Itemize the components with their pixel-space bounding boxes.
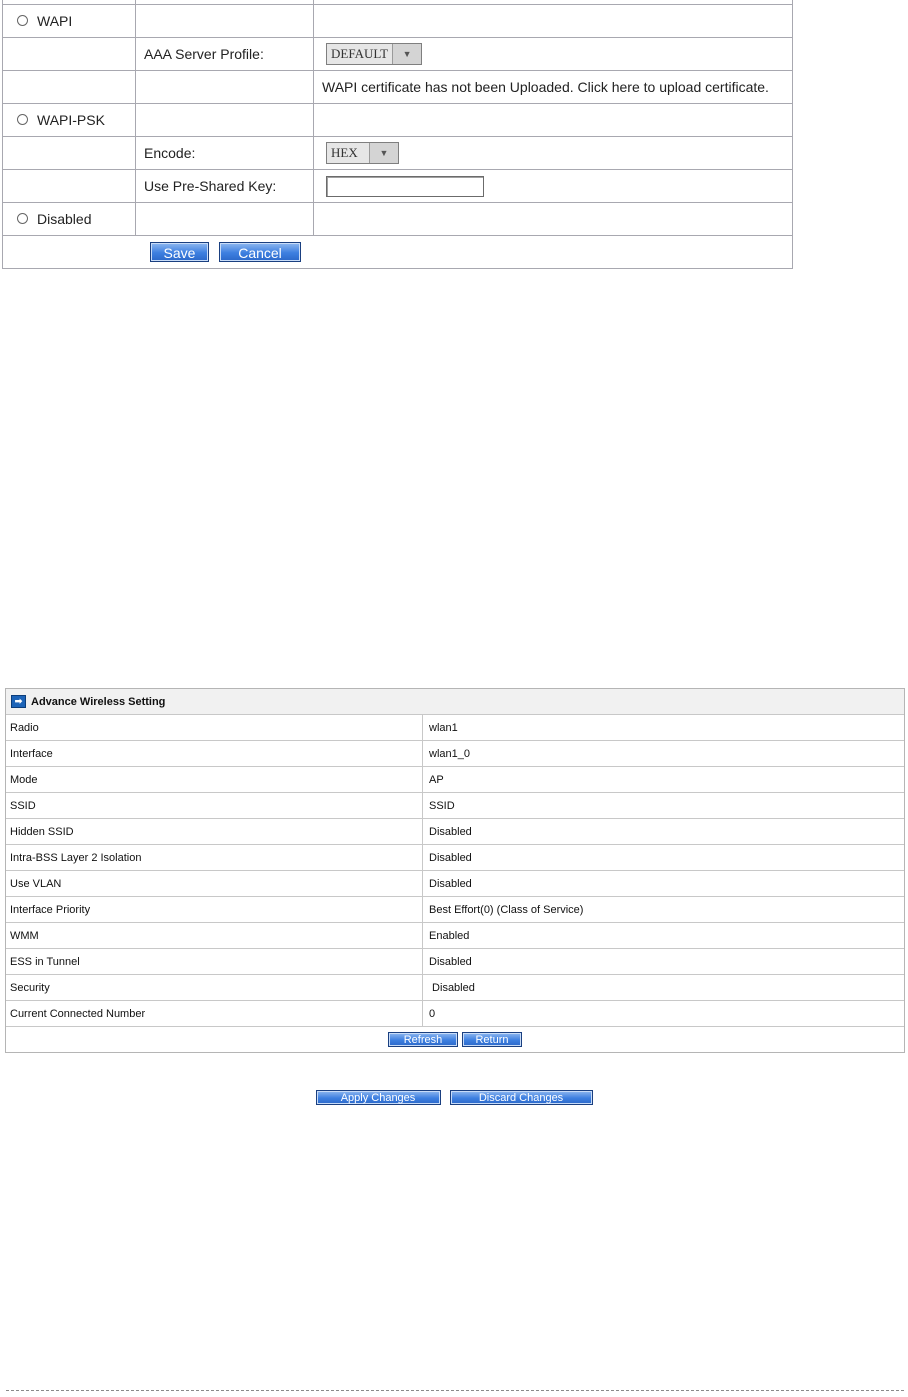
advance-wireless-panel: ➡ Advance Wireless Setting Radio wlan1 I… [5, 688, 905, 1053]
row-value: Disabled [422, 974, 904, 1001]
save-button[interactable]: Save [150, 242, 209, 262]
chevron-down-icon[interactable]: ▼ [370, 143, 398, 163]
table-row: Use Pre-Shared Key: [2, 169, 793, 203]
table-row: Save Cancel [2, 235, 793, 269]
wapi-psk-radio-label: WAPI-PSK [37, 111, 105, 128]
encode-label: Encode: [135, 136, 314, 170]
row-value: Best Effort(0) (Class of Service) [422, 896, 904, 923]
row-label: Current Connected Number [6, 1000, 423, 1027]
pre-shared-key-input[interactable] [326, 175, 484, 197]
row-value: wlan1 [422, 715, 904, 741]
radio-icon[interactable] [17, 114, 28, 126]
table-row: Radio wlan1 [6, 715, 904, 741]
row-value: Disabled [422, 948, 904, 975]
row-value: 0 [422, 1000, 904, 1027]
return-button[interactable]: Return [462, 1032, 522, 1047]
table-row: WAPI-PSK [2, 103, 793, 137]
table-row: Interface wlan1_0 [6, 740, 904, 767]
table-row: Security Disabled [6, 974, 904, 1001]
wapi-radio-label: WAPI [37, 12, 73, 29]
table-row: AAA Server Profile: DEFAULT ▼ [2, 37, 793, 71]
row-value: Disabled [422, 844, 904, 871]
page-divider [6, 1390, 904, 1391]
table-row: ESS in Tunnel Disabled [6, 948, 904, 975]
security-options-table: WAPI AAA Server Profile: DEFAULT ▼ WAPI … [2, 0, 793, 269]
aaa-server-profile-select[interactable]: DEFAULT ▼ [326, 43, 423, 65]
row-label: Interface Priority [6, 896, 423, 923]
disabled-radio-label: Disabled [37, 210, 92, 227]
row-label: WMM [6, 922, 423, 949]
table-row: Encode: HEX ▼ [2, 136, 793, 170]
table-row: WMM Enabled [6, 922, 904, 949]
radio-icon[interactable] [17, 213, 28, 225]
table-row: Mode AP [6, 766, 904, 793]
panel-title: Advance Wireless Setting [31, 695, 166, 708]
aaa-server-profile-label: AAA Server Profile: [135, 37, 314, 71]
panel-header: ➡ Advance Wireless Setting [6, 689, 904, 715]
row-label: Use VLAN [6, 870, 423, 897]
table-row: Hidden SSID Disabled [6, 818, 904, 845]
row-label: Hidden SSID [6, 818, 423, 845]
wapi-radio[interactable]: WAPI [11, 13, 72, 29]
row-value: Disabled [422, 870, 904, 897]
encode-value: HEX [327, 143, 370, 163]
row-value: wlan1_0 [422, 740, 904, 767]
table-row: Current Connected Number 0 [6, 1000, 904, 1027]
row-label: Radio [6, 715, 423, 741]
row-label: SSID [6, 792, 423, 819]
cancel-button[interactable]: Cancel [219, 242, 301, 262]
table-row: Interface Priority Best Effort(0) (Class… [6, 896, 904, 923]
refresh-button[interactable]: Refresh [388, 1032, 458, 1047]
row-value: SSID [422, 792, 904, 819]
table-row: WAPI [2, 4, 793, 38]
row-label: ESS in Tunnel [6, 948, 423, 975]
wapi-psk-radio[interactable]: WAPI-PSK [11, 112, 105, 128]
table-row: Use VLAN Disabled [6, 870, 904, 897]
pre-shared-key-label: Use Pre-Shared Key: [135, 169, 314, 203]
encode-select[interactable]: HEX ▼ [326, 142, 399, 164]
aaa-server-profile-value: DEFAULT [327, 44, 394, 64]
row-value: Enabled [422, 922, 904, 949]
table-row: Intra-BSS Layer 2 Isolation Disabled [6, 844, 904, 871]
row-label: Mode [6, 766, 423, 793]
apply-buttons-row: Apply Changes Discard Changes [0, 1090, 908, 1105]
advance-wireless-table: Radio wlan1 Interface wlan1_0 Mode AP SS… [6, 715, 904, 1027]
row-label: Security [6, 974, 423, 1001]
disabled-radio[interactable]: Disabled [11, 211, 91, 227]
upload-certificate-link[interactable]: WAPI certificate has not been Uploaded. … [322, 79, 769, 95]
chevron-down-icon[interactable]: ▼ [393, 44, 422, 64]
row-value: Disabled [422, 818, 904, 845]
row-value: AP [422, 766, 904, 793]
apply-changes-button[interactable]: Apply Changes [315, 1090, 441, 1105]
panel-buttons: Refresh Return [6, 1027, 904, 1052]
table-row: Disabled [2, 202, 793, 236]
row-label: Interface [6, 740, 423, 767]
row-label: Intra-BSS Layer 2 Isolation [6, 844, 423, 871]
arrow-right-icon: ➡ [11, 695, 26, 708]
table-row: WAPI certificate has not been Uploaded. … [2, 70, 793, 104]
table-row: SSID SSID [6, 792, 904, 819]
radio-icon[interactable] [17, 15, 28, 27]
discard-changes-button[interactable]: Discard Changes [449, 1090, 593, 1105]
